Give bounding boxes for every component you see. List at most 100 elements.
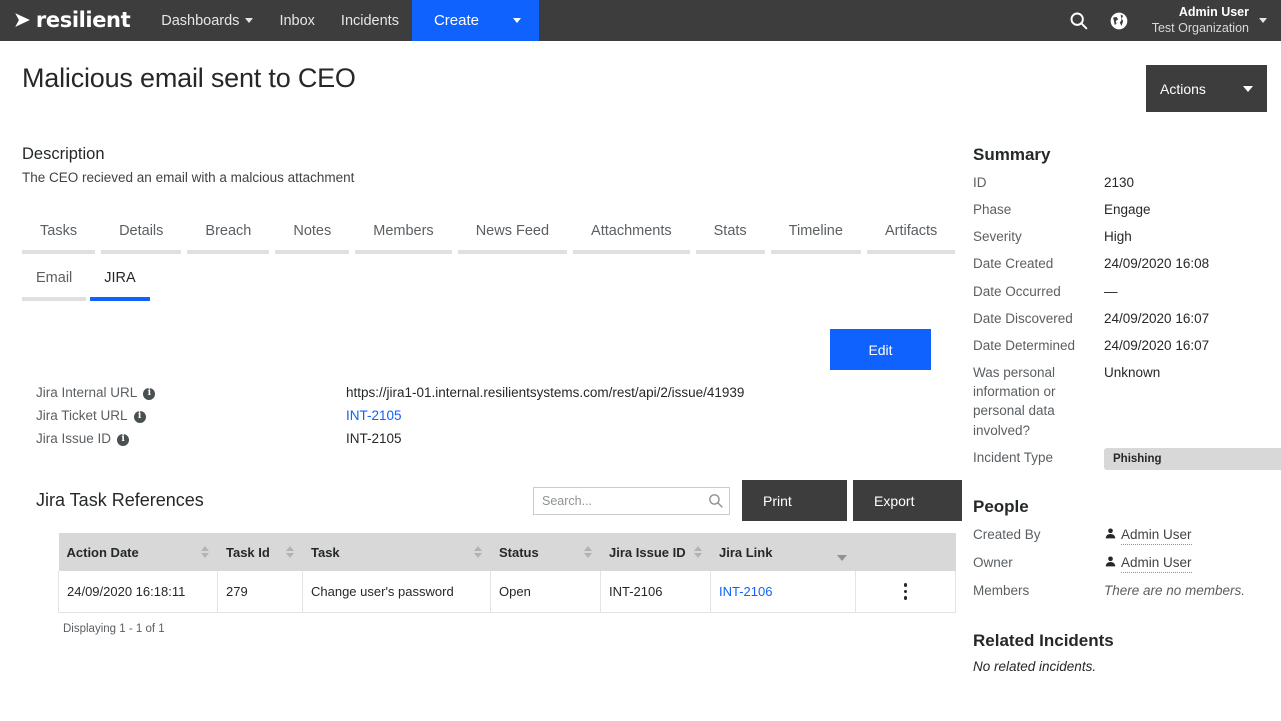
subtab-jira-label: JIRA bbox=[104, 270, 136, 286]
column-header-status[interactable]: Status bbox=[490, 533, 601, 571]
table-row[interactable]: 24/09/2020 16:18:11 279 Change user's pa… bbox=[58, 571, 956, 613]
tab-notes[interactable]: Notes bbox=[275, 221, 350, 254]
table-toolbar: Jira Task References Print bbox=[22, 480, 962, 521]
jira-internal-url-value: https://jira1-01.internal.resilientsyste… bbox=[346, 385, 745, 400]
related-incidents-heading: Related Incidents bbox=[973, 630, 1114, 650]
chevron-down-icon bbox=[1259, 18, 1267, 23]
nav-item-dashboards-label: Dashboards bbox=[161, 12, 240, 29]
search-icon[interactable] bbox=[1066, 8, 1092, 34]
people-row-members: Members There are no members. bbox=[973, 581, 1267, 600]
actions-button[interactable]: Actions bbox=[1146, 65, 1267, 112]
column-header-actions bbox=[855, 533, 956, 571]
main-content-column: Description The CEO recieved an email wi… bbox=[0, 110, 962, 674]
column-header-task-id[interactable]: Task Id bbox=[217, 533, 303, 571]
tab-breach[interactable]: Breach bbox=[187, 221, 270, 254]
cell-status: Open bbox=[490, 571, 601, 613]
jira-task-references-table: Action Date Task Id Task Status Jira Iss… bbox=[58, 533, 956, 613]
column-header-jira-issue-id[interactable]: Jira Issue ID bbox=[600, 533, 711, 571]
chevron-down-icon bbox=[245, 18, 254, 23]
status-badge: Phishing bbox=[1104, 447, 1281, 471]
nav-item-incidents[interactable]: Incidents bbox=[328, 0, 412, 41]
cell-jira-link[interactable]: INT-2106 bbox=[710, 571, 856, 613]
tab-tasks[interactable]: Tasks bbox=[22, 221, 96, 254]
export-button-label: Export bbox=[874, 492, 915, 509]
tab-artifacts[interactable]: Artifacts bbox=[866, 221, 956, 254]
summary-row-date-created-value: 24/09/2020 16:08 bbox=[1104, 256, 1210, 272]
page-title-row: Malicious email sent to CEO Actions bbox=[0, 41, 1281, 112]
tab-details[interactable]: Details bbox=[101, 221, 182, 254]
description-heading: Description bbox=[22, 145, 105, 163]
create-button[interactable]: Create bbox=[411, 0, 539, 41]
info-icon[interactable]: i bbox=[143, 387, 156, 400]
sort-arrows-icon[interactable] bbox=[576, 546, 592, 558]
user-menu[interactable]: Admin User Test Organization bbox=[1146, 5, 1267, 36]
info-icon[interactable]: i bbox=[133, 410, 146, 423]
jira-issue-id-label-text: Jira Issue ID bbox=[36, 431, 112, 446]
table-header-row: Action Date Task Id Task Status Jira Iss… bbox=[58, 533, 956, 571]
page-body: Malicious email sent to CEO Actions Desc… bbox=[0, 41, 1281, 721]
row-menu-icon[interactable] bbox=[864, 583, 947, 600]
user-menu-text: Admin User Test Organization bbox=[1152, 5, 1249, 36]
jira-ticket-url-value[interactable]: INT-2105 bbox=[346, 408, 402, 423]
column-header-jira-link[interactable]: Jira Link bbox=[710, 533, 856, 571]
chevron-down-icon bbox=[1243, 85, 1253, 92]
subtab-email-label: Email bbox=[36, 270, 73, 286]
sort-arrows-icon[interactable] bbox=[686, 546, 702, 558]
subtab-jira[interactable]: JIRA bbox=[90, 268, 150, 301]
edit-button-row: Edit bbox=[22, 329, 962, 370]
jira-ticket-url-row: Jira Ticket URL i INT-2105 bbox=[36, 408, 962, 423]
summary-row-date-discovered-value: 24/09/2020 16:07 bbox=[1104, 310, 1210, 326]
jira-issue-id-label: Jira Issue ID i bbox=[36, 431, 346, 446]
avatar-person-icon bbox=[1104, 554, 1117, 573]
sort-arrows-icon[interactable] bbox=[466, 546, 482, 558]
summary-row-date-determined-label: Date Determined bbox=[973, 337, 1076, 353]
info-icon[interactable]: i bbox=[117, 433, 130, 446]
chevron-down-icon bbox=[513, 18, 521, 23]
search-input[interactable] bbox=[533, 486, 730, 515]
jira-fields: Jira Internal URL i https://jira1-01.int… bbox=[22, 385, 962, 446]
sort-arrows-icon[interactable] bbox=[193, 546, 209, 558]
resilient-logo[interactable]: ➤ resilient bbox=[0, 0, 148, 41]
tab-news-feed[interactable]: News Feed bbox=[457, 221, 568, 254]
description-text: The CEO recieved an email with a malciou… bbox=[22, 170, 355, 185]
created-by-user-link[interactable]: Admin User bbox=[1121, 525, 1192, 546]
people-row-created-by-label: Created By bbox=[973, 527, 1041, 543]
summary-row-incident-type-label: Incident Type bbox=[973, 449, 1054, 465]
sort-arrows-icon[interactable] bbox=[278, 546, 294, 558]
subtab-email[interactable]: Email bbox=[22, 268, 87, 301]
nav-item-inbox[interactable]: Inbox bbox=[266, 0, 327, 41]
tab-timeline[interactable]: Timeline bbox=[770, 221, 861, 254]
tab-details-label: Details bbox=[119, 223, 164, 239]
tab-attachments-label: Attachments bbox=[591, 223, 672, 239]
owner-user-link[interactable]: Admin User bbox=[1121, 553, 1192, 574]
column-header-action-date[interactable]: Action Date bbox=[58, 533, 218, 571]
cell-action-date: 24/09/2020 16:18:11 bbox=[58, 571, 218, 613]
cell-task-id: 279 bbox=[217, 571, 303, 613]
edit-button[interactable]: Edit bbox=[830, 329, 931, 370]
globe-icon[interactable] bbox=[1106, 8, 1132, 34]
export-button[interactable]: Export bbox=[853, 480, 962, 521]
jira-issue-id-row: Jira Issue ID i INT-2105 bbox=[36, 431, 962, 446]
related-incidents-empty-text: No related incidents. bbox=[973, 658, 1097, 674]
tab-attachments[interactable]: Attachments bbox=[573, 221, 690, 254]
people-row-created-by: Created By Admin User bbox=[973, 525, 1267, 546]
page-title: Malicious email sent to CEO bbox=[22, 63, 356, 93]
tab-tasks-label: Tasks bbox=[40, 223, 78, 239]
incident-tabs: Tasks Details Breach Notes Members News … bbox=[22, 221, 962, 254]
jira-task-references-title: Jira Task References bbox=[36, 490, 204, 510]
print-button[interactable]: Print bbox=[742, 480, 847, 521]
summary-row-date-created: Date Created 24/09/2020 16:08 bbox=[973, 254, 1267, 273]
jira-internal-url-label: Jira Internal URL i bbox=[36, 385, 346, 400]
nav-item-dashboards[interactable]: Dashboards bbox=[148, 0, 266, 41]
chevron-down-icon[interactable] bbox=[837, 555, 847, 561]
jira-ticket-url-label-text: Jira Ticket URL bbox=[36, 408, 128, 423]
column-header-jira-issue-id-label: Jira Issue ID bbox=[609, 544, 686, 560]
column-header-task[interactable]: Task bbox=[302, 533, 491, 571]
summary-row-phase-value: Engage bbox=[1104, 202, 1151, 218]
tab-stats[interactable]: Stats bbox=[695, 221, 765, 254]
tab-timeline-label: Timeline bbox=[788, 223, 843, 239]
tab-members[interactable]: Members bbox=[355, 221, 452, 254]
summary-row-date-determined-value: 24/09/2020 16:07 bbox=[1104, 337, 1210, 353]
top-navigation-bar: ➤ resilient Dashboards Inbox Incidents C… bbox=[0, 0, 1281, 41]
summary-row-personal-data-value: Unknown bbox=[1104, 365, 1161, 381]
